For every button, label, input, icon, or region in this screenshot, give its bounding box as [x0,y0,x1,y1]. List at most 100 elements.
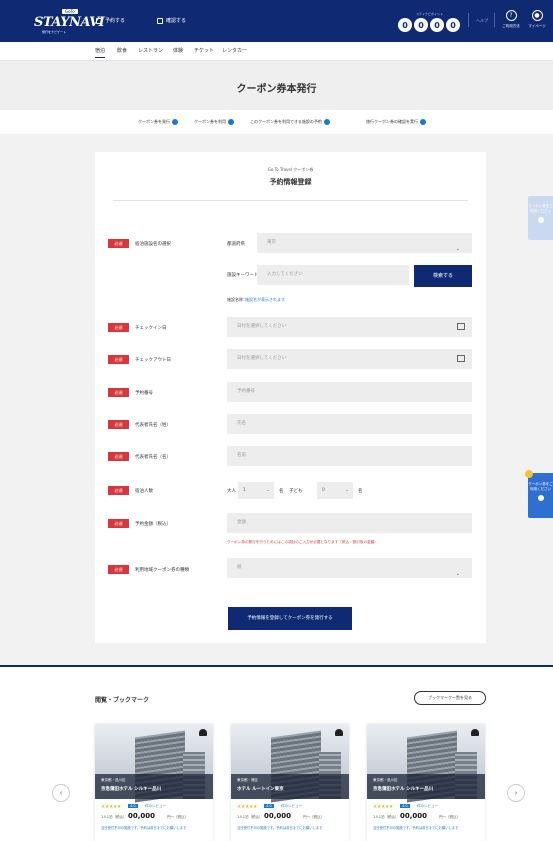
nav-confirm[interactable]: 確認する [157,17,186,24]
step-4: 旅行クーポン券の確認を実行 [366,119,426,125]
history-bookmark-section: 閲覧・ブックマーク ブックマーク一覧を見る 東京都・品川区 京急蒲田ホテル シル… [0,667,553,841]
children-select[interactable]: 0 ⌄ [317,482,353,499]
hotel-name: ホテル ルートイン東京 [237,787,284,792]
adults-label: 大人 [227,489,236,494]
help-link[interactable]: ヘルプ [476,18,488,24]
points-digit: 0 [430,18,444,32]
chevron-down-icon: ⌄ [266,488,270,493]
nav-reserve[interactable]: 予約する [96,17,125,24]
calendar-icon[interactable] [457,323,465,330]
price-unit: 円〜（税込） [439,815,460,819]
info-icon[interactable] [228,119,234,125]
hotel-area: 東京都・品川区 [101,778,126,782]
booking-number-placeholder: 予約番号 [237,389,255,394]
carousel-prev-button[interactable]: ‹ [52,784,70,802]
adults-value: 1 [243,488,246,493]
page-title-bar: クーポン券本発行 [0,60,553,110]
question-icon: ? [505,10,517,21]
mypage-label: マイページ [528,24,546,28]
required-badge: 必須 [108,388,129,397]
keyword-input[interactable]: 入力してください [257,265,409,285]
checkin-date-input[interactable]: 日付を選択してください [227,317,472,337]
surname-label: 代表者氏名（姓） [135,423,171,428]
booking-number-input[interactable]: 予約番号 [227,382,472,402]
bookmark-list-button[interactable]: ブックマーク一覧を見る [414,691,486,705]
price-value: 00,000 [264,812,292,820]
coupon-type-select[interactable]: 紙 ⌄ [227,558,472,578]
tab-restaurant[interactable]: レストラン [138,47,163,54]
step-1: クーポン券を発行 [138,119,178,125]
review-count[interactable]: 件のレビュー [281,804,302,809]
price-label: 1人1泊（税込） [237,815,263,819]
amount-label: 予約金額（税込） [135,522,171,527]
step-3-label: このクーポン券を利用できる施設の予約 [250,119,322,124]
rating-stars-icon: ★★★★★ [373,804,393,810]
nav-reserve-label: 予約する [105,18,126,24]
hotel-photo: 東京都・港区 ホテル ルートイン東京 [231,724,349,803]
required-badge: 必須 [108,486,129,495]
step-3: このクーポン券を利用できる施設の予約 [250,119,330,125]
floating-coupon-banner[interactable]: クーポン券をご利用ください [525,470,553,518]
info-icon[interactable] [172,119,178,125]
surname-input[interactable]: 氏名 [227,414,472,434]
keyword-label: 施設キーワード [227,273,259,278]
bookmark-heart-icon[interactable] [335,729,343,736]
page-title: クーポン券本発行 [236,84,317,95]
carousel-next-button[interactable]: › [507,784,525,802]
calendar-icon [96,17,102,24]
children-value: 0 [322,488,325,493]
hotel-card[interactable]: 東京都・品川区 京急蒲田ホテル シルキー品川 ★★★★★ 4.0 件のレビュー … [95,724,213,841]
checkout-date-input[interactable]: 日付を選択してください [227,349,472,369]
tab-ticket[interactable]: チケット [194,47,214,54]
form-title: 予約情報登録 [269,178,312,186]
hotel-photo: 東京都・品川区 京急蒲田ホテル シルキー品川 [95,724,213,803]
facility-label: 宿泊施設名の選択 [135,242,171,247]
hotel-photo: 東京都・品川区 京急蒲田ホテル シルキー品川 [367,724,485,803]
hotel-card[interactable]: 東京都・品川区 京急蒲田ホテル シルキー品川 ★★★★★ 4.0 件のレビュー … [367,724,485,841]
mypage-button[interactable]: ● マイページ [522,10,552,29]
required-badge: 必須 [108,452,129,461]
step-1-label: クーポン券を発行 [138,119,170,124]
prefecture-select[interactable]: 東京 ⌄ [257,233,472,253]
circle-icon [537,217,544,223]
circle-icon [537,495,544,501]
hotel-name: 京急蒲田ホテル シルキー品川 [101,787,162,792]
floating-coupon-banner[interactable]: クーポン券をご利用ください [528,196,553,240]
staynavi-logo[interactable]: GoTo STAYNAVI 旅行をナビゲート [34,9,105,35]
amount-input[interactable]: 金額 [227,513,472,533]
bookmark-heart-icon[interactable] [471,729,479,736]
coupon-type-value: 紙 [237,565,242,570]
facility-result-link[interactable]: 施設名が表示されます [245,297,285,303]
submit-button[interactable]: 予約情報を登録してクーポン券を発行する [228,607,352,630]
tab-activity[interactable]: 体験 [173,47,183,54]
info-icon[interactable] [323,119,330,125]
points-digits: 0 0 0 0 [398,18,460,32]
review-count[interactable]: 件のレビュー [417,804,438,809]
price-unit: 円〜（税込） [167,815,188,819]
points-display[interactable]: ステイナビポイント 0 0 0 0 [398,12,464,36]
given-name-label: 代表者氏名（名） [135,455,171,460]
hotel-area: 東京都・港区 [237,778,258,782]
given-name-input[interactable]: 名前 [227,446,472,466]
rating-stars-icon: ★★★★★ [101,804,121,810]
floating-banner-text: クーポン券をご利用ください [528,204,553,213]
review-count[interactable]: 件のレビュー [145,804,166,809]
logo-wordmark: STAYNAVI [34,15,105,30]
keyword-placeholder: 入力してください [267,272,303,277]
adults-select[interactable]: 1 ⌄ [238,482,274,499]
hotel-card[interactable]: 東京都・港区 ホテル ルートイン東京 ★★★★★ 4.0 件のレビュー 1人1泊… [231,724,349,841]
required-badge: 必須 [108,355,129,364]
info-icon[interactable] [420,119,426,125]
calendar-icon[interactable] [457,355,465,362]
tab-rentacar[interactable]: レンタカー [222,47,247,54]
step-2-label: クーポン券を利用 [194,119,226,124]
step-4-label: 旅行クーポン券の確認を実行 [366,119,418,124]
logo-subtitle: 旅行をナビゲート [42,30,67,34]
tab-stay[interactable]: 宿泊 [95,47,106,58]
required-badge: 必須 [108,420,129,429]
tab-dining[interactable]: 飲食 [117,47,127,54]
search-button[interactable]: 検索する [414,265,472,287]
points-digit: 0 [446,18,460,32]
bookmark-heart-icon[interactable] [199,729,207,736]
rating-badge: 4.0 [264,804,274,808]
